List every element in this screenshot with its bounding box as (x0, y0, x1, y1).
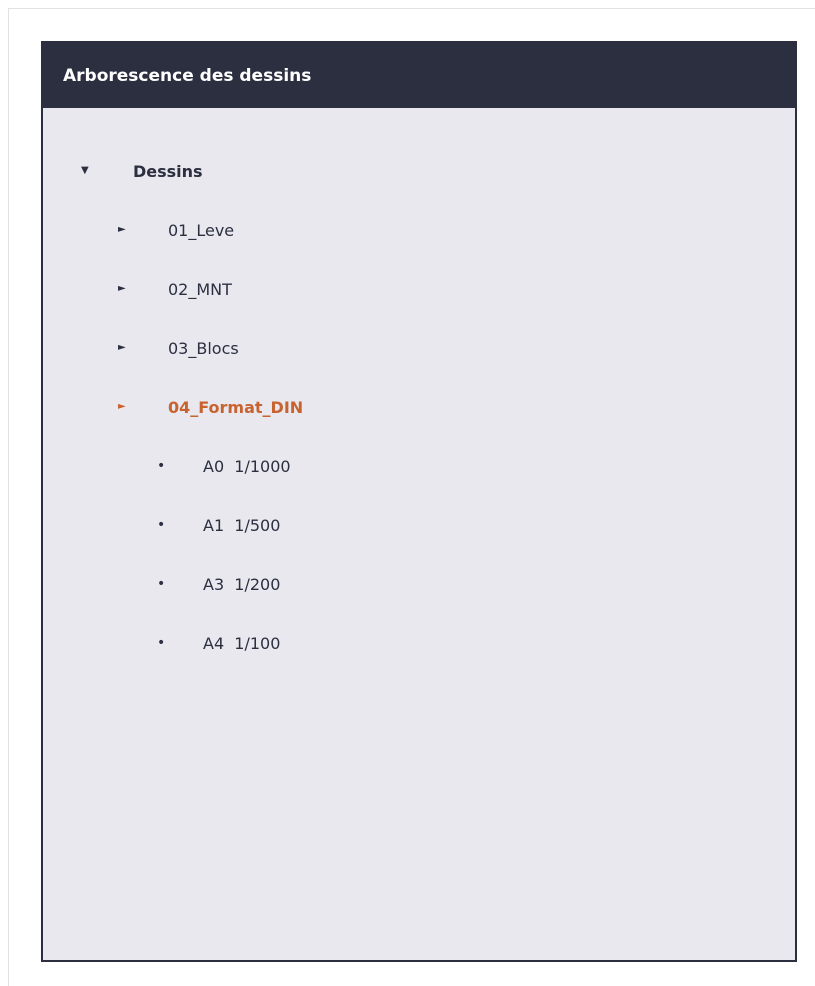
tree-leaf-label: A0 1/1000 (203, 456, 291, 476)
caret-right-icon[interactable]: ► (118, 284, 168, 294)
tree-node-label: Dessins (133, 161, 203, 181)
bullet-icon: • (157, 576, 166, 592)
tree-leaf-a1[interactable]: • A1 1/500 (157, 510, 280, 540)
tree-leaf-a0[interactable]: • A0 1/1000 (157, 451, 291, 481)
tree-node-04-format-din[interactable]: ► 04_Format_DIN (118, 392, 303, 422)
caret-right-icon[interactable]: ► (118, 225, 168, 235)
tree-leaf-a3[interactable]: • A3 1/200 (157, 569, 280, 599)
tree-node-label: 03_Blocs (168, 338, 239, 358)
tree-node-label: 02_MNT (168, 279, 232, 299)
caret-right-icon[interactable]: ► (118, 343, 168, 353)
tree-node-03-blocs[interactable]: ► 03_Blocs (118, 333, 239, 363)
caret-down-icon[interactable]: ▼ (81, 166, 133, 176)
tree-node-01-leve[interactable]: ► 01_Leve (118, 215, 234, 245)
caret-right-icon[interactable]: ► (118, 402, 168, 412)
tree-leaf-label: A1 1/500 (203, 515, 281, 535)
tree-leaf-a4[interactable]: • A4 1/100 (157, 628, 280, 658)
page-border-left (8, 8, 9, 986)
tree-node-02-mnt[interactable]: ► 02_MNT (118, 274, 232, 304)
tree-node-dessins[interactable]: ▼ Dessins (81, 156, 203, 186)
panel-header: Arborescence des dessins (43, 43, 795, 108)
tree-node-label: 04_Format_DIN (168, 397, 304, 417)
tree-leaf-label: A3 1/200 (203, 574, 281, 594)
drawing-tree-panel: Arborescence des dessins ▼ Dessins ► 01_… (41, 41, 797, 962)
bullet-icon: • (157, 517, 166, 533)
panel-title: Arborescence des dessins (63, 65, 312, 86)
page-border-top (8, 8, 815, 9)
bullet-icon: • (157, 458, 166, 474)
tree-leaf-label: A4 1/100 (203, 633, 281, 653)
tree-node-label: 01_Leve (168, 220, 235, 240)
bullet-icon: • (157, 635, 166, 651)
